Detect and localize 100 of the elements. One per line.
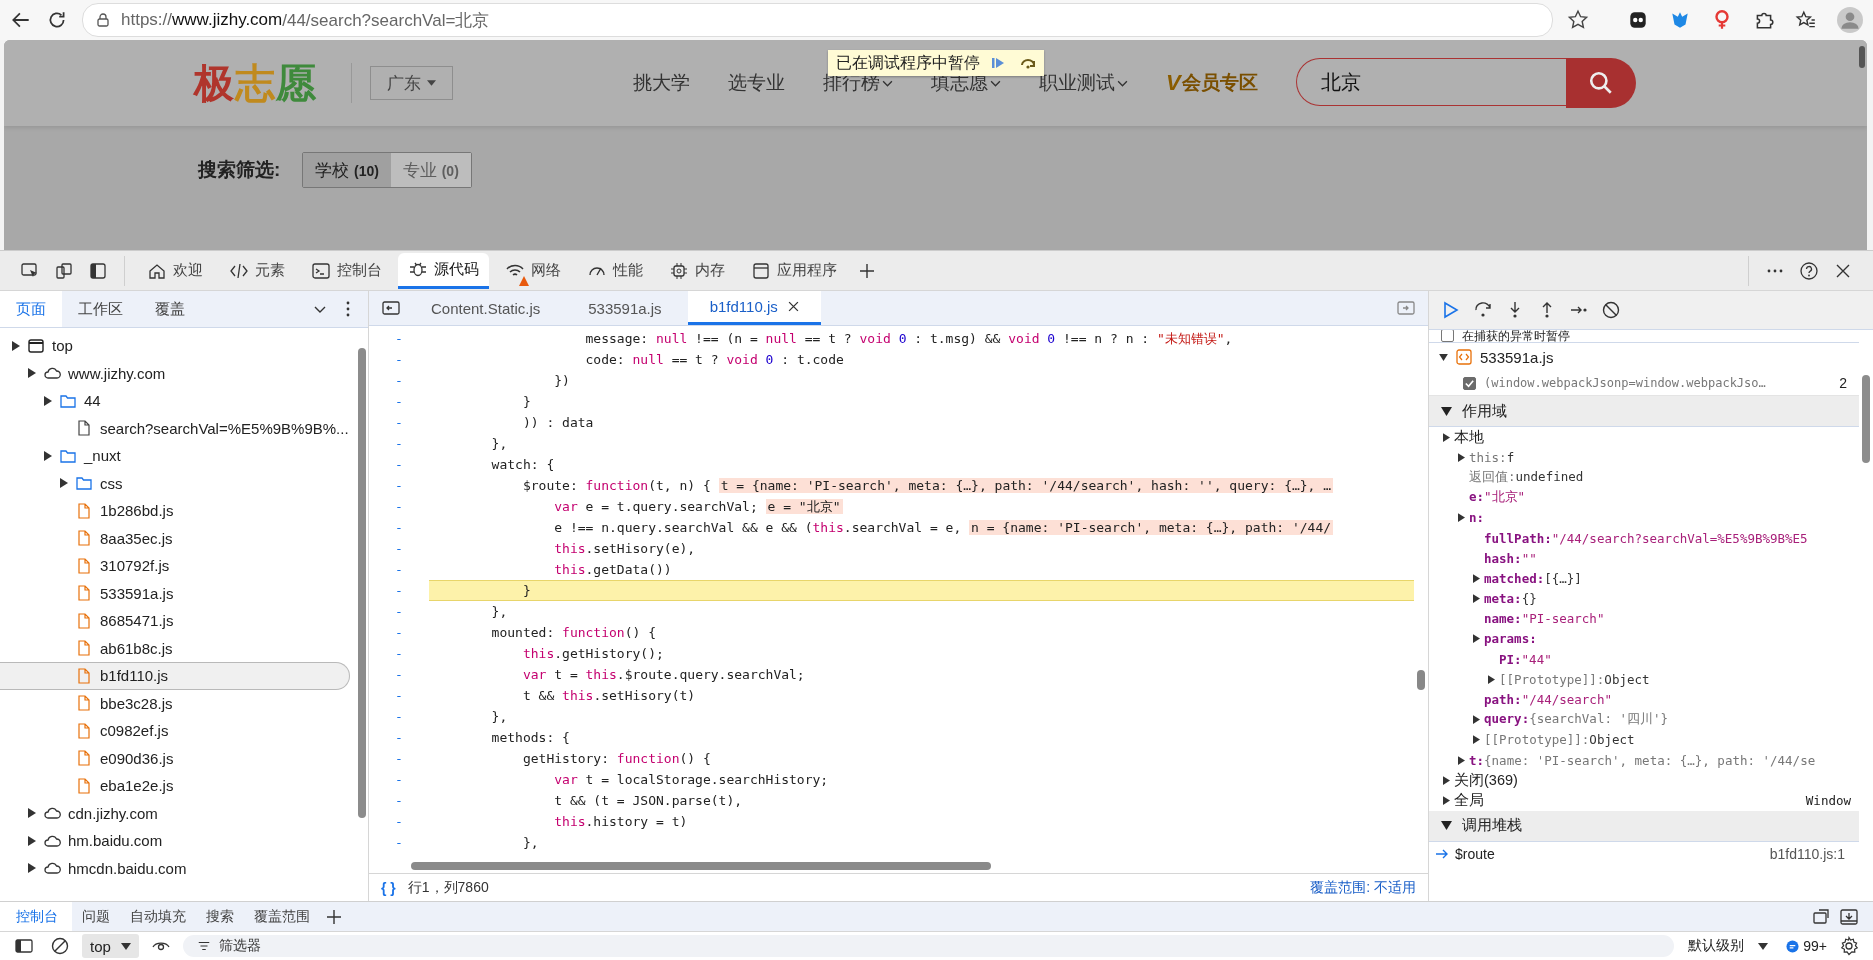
scrollbar[interactable] bbox=[1859, 46, 1865, 68]
tree-item[interactable]: 310792f.js bbox=[0, 552, 350, 580]
tree-item[interactable]: 8aa35ec.js bbox=[0, 524, 350, 552]
tree-item[interactable]: ab61b8c.js bbox=[0, 634, 350, 662]
expand-arrow-icon[interactable] bbox=[1443, 432, 1450, 442]
drawer-tab[interactable]: 控制台 bbox=[0, 902, 72, 931]
tree-item[interactable]: top bbox=[0, 332, 350, 360]
expand-arrow-icon[interactable] bbox=[1473, 573, 1480, 583]
navigator-tab[interactable]: 页面 bbox=[0, 291, 62, 327]
sidebar-toggle-icon[interactable] bbox=[381, 298, 401, 318]
collapse-arrow-icon[interactable] bbox=[1439, 353, 1448, 361]
expand-arrow-icon[interactable] bbox=[1473, 735, 1480, 745]
panel-tab[interactable]: 内存 bbox=[659, 251, 735, 290]
drawer-tab[interactable]: 搜索 bbox=[196, 902, 244, 931]
extension-icon[interactable] bbox=[1627, 9, 1649, 31]
section-header[interactable]: 作用域 bbox=[1429, 396, 1859, 427]
close-icon[interactable] bbox=[787, 301, 799, 312]
file-tab[interactable]: b1fd110.js bbox=[687, 291, 821, 325]
panel-tab[interactable]: 控制台 bbox=[301, 251, 392, 290]
tree-item[interactable]: e090d36.js bbox=[0, 744, 350, 772]
dock-bottom-icon[interactable] bbox=[1839, 906, 1859, 927]
expand-arrow-icon[interactable] bbox=[1473, 715, 1480, 725]
expand-arrow-icon[interactable] bbox=[60, 478, 68, 489]
breakpoint-file[interactable]: 533591a.js bbox=[1480, 348, 1554, 366]
expand-arrow-icon[interactable] bbox=[1458, 452, 1465, 462]
tree-item[interactable]: bbe3c28.js bbox=[0, 689, 350, 717]
coverage-link[interactable]: 覆盖范围: 不适用 bbox=[1310, 878, 1416, 897]
drawer-tab[interactable]: 问题 bbox=[72, 902, 120, 931]
expand-arrow-icon[interactable] bbox=[28, 863, 36, 874]
help-icon[interactable] bbox=[1799, 260, 1819, 281]
expand-arrow-icon[interactable] bbox=[44, 395, 52, 406]
clear-icon[interactable] bbox=[50, 936, 70, 956]
tree-item[interactable]: hmcdn.baidu.com bbox=[0, 854, 350, 882]
tree-item[interactable]: search?searchVal=%E5%9B%9B%... bbox=[0, 414, 350, 442]
panel-tab[interactable]: 欢迎 bbox=[137, 251, 213, 290]
search-field[interactable]: 北京 bbox=[1295, 58, 1566, 106]
expand-arrow-icon[interactable] bbox=[28, 835, 36, 846]
tree-item[interactable]: www.jizhy.com bbox=[0, 359, 350, 387]
sidebar-toggle-icon[interactable] bbox=[1396, 298, 1416, 318]
settings-icon[interactable] bbox=[1839, 936, 1859, 956]
expand-arrow-icon[interactable] bbox=[1473, 594, 1480, 604]
file-tab[interactable]: 533591a.js bbox=[566, 291, 684, 325]
code-line: code: null == t ? void 0 : t.code bbox=[584, 352, 844, 367]
tree-item[interactable]: b1fd110.js bbox=[0, 662, 350, 690]
resume-icon[interactable] bbox=[1441, 300, 1461, 320]
expand-arrow-icon[interactable] bbox=[1458, 513, 1465, 523]
tree-item[interactable]: c0982ef.js bbox=[0, 717, 350, 745]
file-tab[interactable]: Content.Static.js bbox=[409, 291, 563, 325]
nav-link[interactable]: 挑大学 bbox=[633, 70, 690, 96]
tree-item[interactable]: hm.baidu.com bbox=[0, 827, 350, 855]
checkbox[interactable] bbox=[1441, 330, 1454, 342]
device-icon[interactable] bbox=[54, 260, 74, 281]
province-dropdown[interactable]: 广东 bbox=[370, 66, 453, 100]
tree-item[interactable]: _nuxt bbox=[0, 442, 350, 470]
filter-field[interactable]: 筛选器 bbox=[182, 935, 1675, 957]
expand-arrow-icon[interactable] bbox=[12, 340, 20, 351]
section-header[interactable]: 调用堆栈 bbox=[1429, 810, 1859, 842]
call-frame[interactable]: $route b1fd110.js:1 bbox=[1429, 841, 1859, 866]
dock-icon[interactable] bbox=[88, 260, 108, 281]
context-dropdown[interactable]: top bbox=[82, 934, 139, 958]
expand-arrow-icon[interactable] bbox=[1488, 674, 1495, 684]
expand-arrow-icon[interactable] bbox=[44, 450, 52, 461]
expand-arrow-icon[interactable] bbox=[28, 808, 36, 819]
drawer-tab[interactable]: 覆盖范围 bbox=[244, 902, 320, 931]
panel-tab[interactable]: 源代码 bbox=[398, 252, 489, 289]
tree-item[interactable]: eba1e2e.js bbox=[0, 772, 350, 800]
profile-avatar[interactable] bbox=[1837, 7, 1863, 33]
deactivate-breakpoints-icon[interactable] bbox=[1601, 300, 1621, 320]
panel-tab[interactable]: 网络 bbox=[495, 251, 571, 290]
filter-tab[interactable]: 学校 (10) bbox=[303, 153, 391, 187]
tree-item[interactable]: cdn.jizhy.com bbox=[0, 799, 350, 827]
navigator-tab[interactable]: 覆盖 bbox=[139, 291, 201, 327]
tree-item[interactable]: 533591a.js bbox=[0, 579, 350, 607]
tree-item[interactable]: 44 bbox=[0, 387, 350, 415]
panel-tab[interactable]: 元素 bbox=[219, 251, 295, 290]
expand-arrow-icon[interactable] bbox=[1443, 795, 1450, 805]
level-dropdown[interactable]: 默认级别 bbox=[1688, 937, 1769, 955]
expand-arrow-icon[interactable] bbox=[1443, 775, 1450, 785]
expand-arrow-icon[interactable] bbox=[1458, 755, 1465, 765]
panel-tab[interactable]: 应用程序 bbox=[741, 251, 847, 290]
sidebar-icon[interactable] bbox=[14, 936, 34, 956]
nav-link[interactable]: 选专业 bbox=[728, 70, 785, 96]
issues-badge[interactable]: 99+ bbox=[1786, 938, 1827, 954]
lock-icon[interactable] bbox=[95, 12, 111, 28]
navigator-tab[interactable]: 工作区 bbox=[62, 291, 139, 327]
scope-entry: fullPath:"/44/search?searchVal=%E5%9B%9B%E5 bbox=[1484, 530, 1808, 546]
search-button[interactable] bbox=[1565, 58, 1636, 108]
star-icon[interactable] bbox=[1567, 9, 1589, 31]
checkbox[interactable] bbox=[1463, 376, 1476, 390]
paused-message: 已在调试程序中暂停 bbox=[836, 52, 980, 73]
address-bar[interactable]: https://www.jizhy.com/44/search?searchVal=北京 bbox=[82, 3, 1553, 37]
expand-arrow-icon[interactable] bbox=[1473, 634, 1480, 644]
panel-tab[interactable]: 性能 bbox=[577, 251, 653, 290]
tree-item[interactable]: 8685471.js bbox=[0, 607, 350, 635]
tree-item[interactable]: 1b286bd.js bbox=[0, 497, 350, 525]
undock-icon[interactable] bbox=[1811, 906, 1831, 927]
pretty-print-button[interactable]: { } bbox=[381, 879, 396, 896]
drawer-tab[interactable]: 自动填充 bbox=[120, 902, 196, 931]
tree-item[interactable]: css bbox=[0, 469, 350, 497]
expand-arrow-icon[interactable] bbox=[28, 368, 36, 379]
